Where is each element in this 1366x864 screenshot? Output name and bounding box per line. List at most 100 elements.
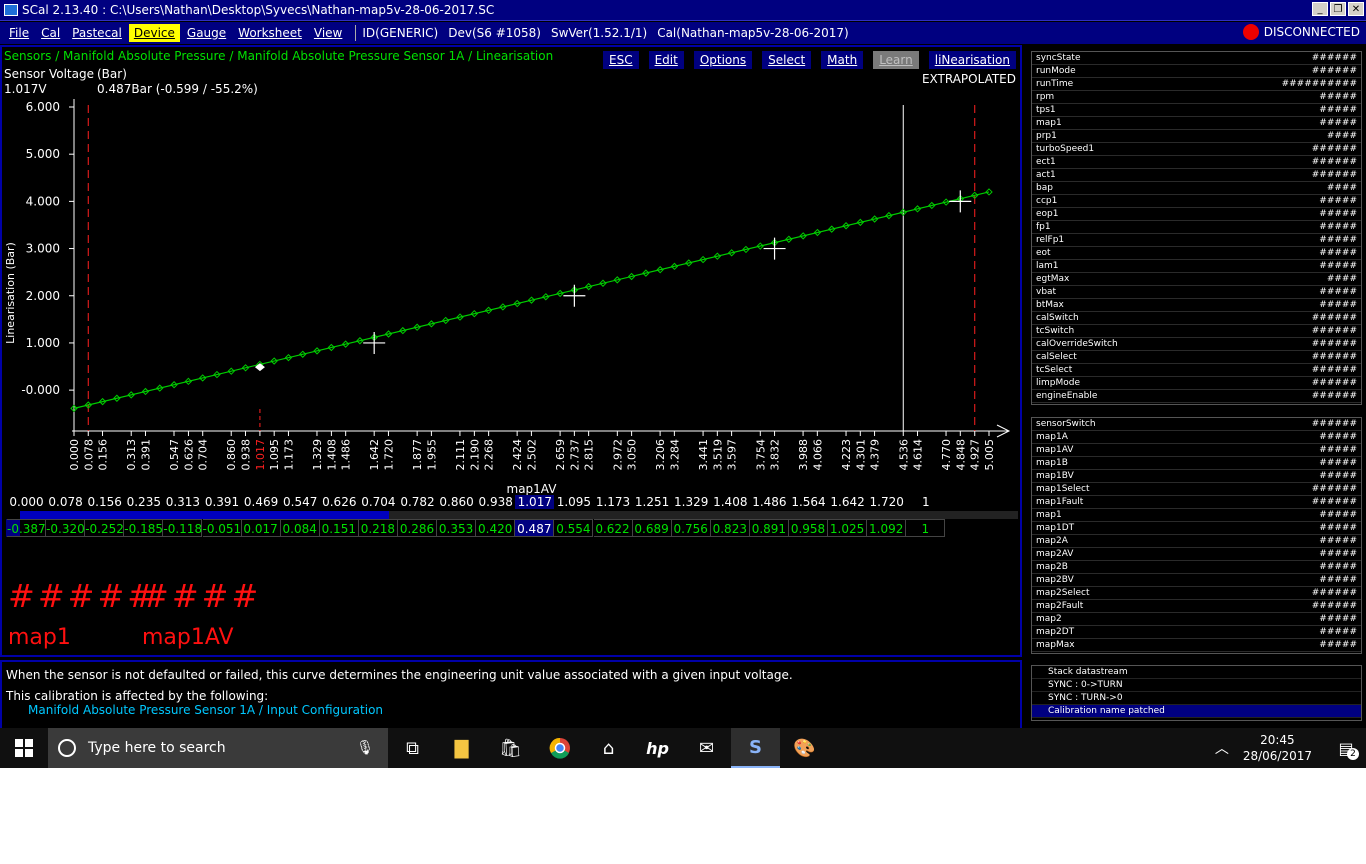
channel-row[interactable]: calOverrideSwitch ###### bbox=[1032, 338, 1361, 351]
channel-row[interactable]: map1 ##### bbox=[1032, 509, 1361, 522]
table-scrollbar[interactable] bbox=[20, 511, 1018, 519]
value-cell[interactable]: -0.320 bbox=[46, 519, 86, 537]
value-cell[interactable]: 0.689 bbox=[632, 519, 672, 537]
chrome-icon[interactable] bbox=[535, 728, 584, 768]
channel-row[interactable]: map1BV ##### bbox=[1032, 470, 1361, 483]
edit-button[interactable]: Edit bbox=[648, 51, 684, 69]
channel-row[interactable]: eot ##### bbox=[1032, 247, 1361, 260]
value-cell[interactable]: 0.353 bbox=[437, 519, 477, 537]
maximize-button[interactable]: ❐ bbox=[1330, 2, 1346, 16]
voltage-cell[interactable]: 0.156 bbox=[85, 495, 124, 509]
menu-cal[interactable]: Cal bbox=[36, 24, 65, 42]
channel-row[interactable]: runMode ###### bbox=[1032, 65, 1361, 78]
voltage-cell[interactable]: 1.408 bbox=[711, 495, 750, 509]
voltage-cell[interactable]: 0.313 bbox=[163, 495, 202, 509]
menu-worksheet[interactable]: Worksheet bbox=[233, 24, 307, 42]
channel-row[interactable]: map1Fault ###### bbox=[1032, 496, 1361, 509]
voltage-cell[interactable]: 0.391 bbox=[203, 495, 242, 509]
channel-row[interactable]: map1Select ###### bbox=[1032, 483, 1361, 496]
value-cell[interactable]: 1 bbox=[906, 519, 946, 537]
task-view-icon[interactable]: ⧉ bbox=[388, 728, 437, 768]
value-cell[interactable]: 0.084 bbox=[280, 519, 320, 537]
notification-icon[interactable]: ▤ 2 bbox=[1326, 728, 1366, 768]
value-cell[interactable]: -0.051 bbox=[202, 519, 242, 537]
mail-icon[interactable]: ✉ bbox=[682, 728, 731, 768]
voltage-cell[interactable]: 1.251 bbox=[633, 495, 672, 509]
channel-row[interactable]: map1B ##### bbox=[1032, 457, 1361, 470]
value-cell[interactable]: 0.286 bbox=[398, 519, 437, 537]
channel-row[interactable]: map1A ##### bbox=[1032, 431, 1361, 444]
voltage-cell[interactable]: 0.547 bbox=[281, 495, 320, 509]
voltage-cell[interactable]: 0.704 bbox=[359, 495, 398, 509]
channel-row[interactable]: map2B ##### bbox=[1032, 561, 1361, 574]
linearisation-chart[interactable]: 6.000 5.000 4.000 3.000 2.000 1.000 -0.000 Line… bbox=[2, 97, 1020, 497]
input-configuration-link[interactable]: Manifold Absolute Pressure Sensor 1A / I… bbox=[28, 703, 1016, 717]
value-cell[interactable]: -0.185 bbox=[124, 519, 164, 537]
value-cell[interactable]: 1.025 bbox=[828, 519, 868, 537]
menu-view[interactable]: View bbox=[309, 24, 347, 42]
channel-row[interactable]: map2Fault ###### bbox=[1032, 600, 1361, 613]
scal-icon[interactable]: S bbox=[731, 728, 780, 768]
channel-row[interactable]: map1 ##### bbox=[1032, 117, 1361, 130]
channel-row[interactable]: calSwitch ###### bbox=[1032, 312, 1361, 325]
channel-row[interactable]: calSelect ###### bbox=[1032, 351, 1361, 364]
channel-row[interactable]: prp1 #### bbox=[1032, 130, 1361, 143]
value-cell[interactable]: 0.622 bbox=[593, 519, 633, 537]
channel-row[interactable]: map2 ##### bbox=[1032, 613, 1361, 626]
menu-gauge[interactable]: Gauge bbox=[182, 24, 231, 42]
minimize-button[interactable]: _ bbox=[1312, 2, 1328, 16]
title-bar[interactable]: SCal 2.13.40 : C:\Users\Nathan\Desktop\S… bbox=[0, 0, 1366, 21]
channel-row[interactable]: eop1 ##### bbox=[1032, 208, 1361, 221]
channel-panel-1[interactable]: syncState ###### runMode ###### runTime #####… bbox=[1031, 51, 1362, 405]
value-cell[interactable]: 0.554 bbox=[554, 519, 594, 537]
scrollbar-thumb[interactable] bbox=[20, 511, 390, 519]
menu-device[interactable]: Device bbox=[128, 24, 180, 42]
channel-row[interactable]: map2AV ##### bbox=[1032, 548, 1361, 561]
connection-status[interactable]: DISCONNECTED bbox=[1242, 24, 1360, 40]
channel-row[interactable]: map2BV ##### bbox=[1032, 574, 1361, 587]
channel-row[interactable]: syncState ###### bbox=[1032, 52, 1361, 65]
math-button[interactable]: Math bbox=[821, 51, 864, 69]
voltage-cell[interactable]: 1.642 bbox=[828, 495, 867, 509]
channel-row[interactable]: ccp1 ##### bbox=[1032, 195, 1361, 208]
breadcrumb[interactable]: Sensors / Manifold Absolute Pressure / M… bbox=[4, 49, 553, 63]
voltage-cell[interactable]: 1.486 bbox=[750, 495, 789, 509]
voltage-cell[interactable]: 0.938 bbox=[476, 495, 515, 509]
voltage-cell[interactable]: 0.469 bbox=[242, 495, 281, 509]
channel-row[interactable]: sensorSwitch ###### bbox=[1032, 418, 1361, 431]
esc-button[interactable]: ESC bbox=[603, 51, 639, 69]
clock[interactable]: 20:45 28/06/2017 bbox=[1243, 732, 1312, 764]
value-cell[interactable]: -0.387 bbox=[7, 519, 46, 537]
menu-file[interactable]: File bbox=[4, 24, 34, 42]
voltage-cell[interactable]: 0.000 bbox=[7, 495, 46, 509]
value-cell[interactable]: 0.151 bbox=[319, 519, 359, 537]
channel-row[interactable]: relFp1 ##### bbox=[1032, 234, 1361, 247]
voltage-cell[interactable]: 0.235 bbox=[124, 495, 163, 509]
value-cell[interactable]: 0.823 bbox=[710, 519, 750, 537]
message-log[interactable]: Stack datastream SYNC : 0->TURN SYNC : T… bbox=[1031, 665, 1362, 721]
voltage-cell[interactable]: 0.626 bbox=[320, 495, 359, 509]
select-button[interactable]: Select bbox=[762, 51, 812, 69]
voltage-cell[interactable]: 1.564 bbox=[789, 495, 828, 509]
show-hidden-icons-icon[interactable]: ︿ bbox=[1215, 738, 1229, 758]
channel-row[interactable]: map2DT ##### bbox=[1032, 626, 1361, 639]
channel-row[interactable]: map1AV ##### bbox=[1032, 444, 1361, 457]
channel-row[interactable]: lam1 ##### bbox=[1032, 260, 1361, 273]
menu-pastecal[interactable]: Pastecal bbox=[67, 24, 127, 42]
taskbar-search[interactable]: Type here to search 🎙 bbox=[48, 728, 388, 768]
voltage-cell[interactable]: 1 bbox=[906, 495, 945, 509]
voltage-cell[interactable]: 1.017 bbox=[515, 495, 555, 509]
voltage-cell[interactable]: 0.782 bbox=[398, 495, 437, 509]
channel-row[interactable]: tcSwitch ###### bbox=[1032, 325, 1361, 338]
value-cell[interactable]: 0.218 bbox=[358, 519, 398, 537]
value-cell[interactable]: 0.891 bbox=[749, 519, 789, 537]
close-button[interactable]: ✕ bbox=[1348, 2, 1364, 16]
home-icon[interactable]: ⌂ bbox=[584, 728, 633, 768]
voltage-cell[interactable]: 1.329 bbox=[672, 495, 711, 509]
channel-row[interactable]: fp1 ##### bbox=[1032, 221, 1361, 234]
channel-row[interactable]: limpMode ###### bbox=[1032, 377, 1361, 390]
microphone-icon[interactable]: 🎙 bbox=[356, 740, 374, 756]
hp-icon[interactable]: hp bbox=[633, 728, 682, 768]
value-cell[interactable]: 0.756 bbox=[671, 519, 711, 537]
channel-row[interactable]: runTime ########## bbox=[1032, 78, 1361, 91]
